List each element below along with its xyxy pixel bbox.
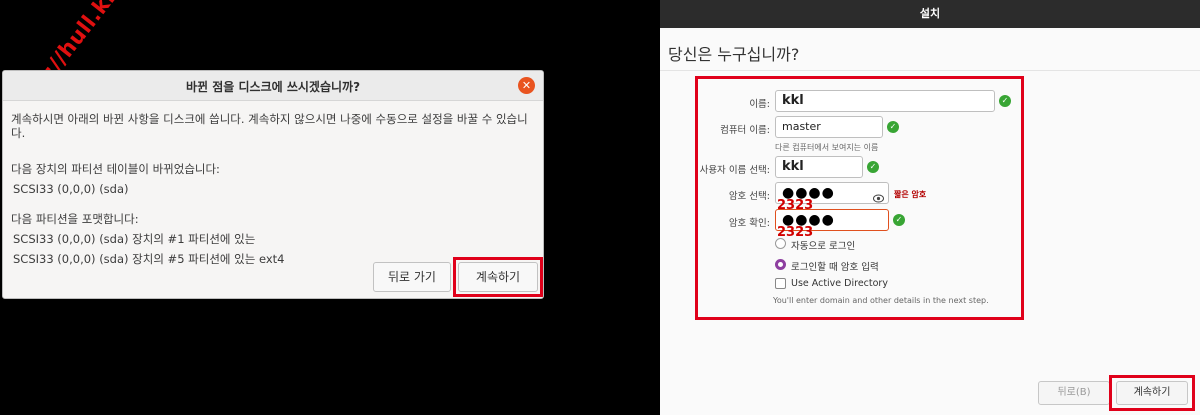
close-icon[interactable]: ✕ (518, 77, 535, 94)
highlight-box (453, 257, 543, 297)
format-heading: 다음 파티션을 포맷합니다: (11, 212, 139, 226)
right-screenshot: 설치 당신은 누구십니까? 이름: kkl ✓ 컴퓨터 이름: master ✓… (660, 0, 1200, 415)
write-changes-dialog: 바뀐 점을 디스크에 쓰시겠습니까? ✕ 계속하시면 아래의 바뀐 사항을 디스… (2, 70, 544, 299)
back-button[interactable]: 뒤로 가기 (373, 262, 451, 292)
dialog-body: 계속하시면 아래의 바뀐 사항을 디스크에 씁니다. 계속하지 않으시면 나중에… (3, 101, 543, 269)
dialog-message: 계속하시면 아래의 바뀐 사항을 디스크에 씁니다. 계속하지 않으시면 나중에… (11, 112, 528, 140)
back-button[interactable]: 뒤로(B) (1038, 381, 1110, 405)
page-title: 당신은 누구십니까? (668, 45, 800, 64)
form-highlight-box (695, 76, 1024, 320)
format-item: SCSI33 (0,0,0) (sda) 장치의 #1 파티션에 있는 (13, 232, 256, 246)
left-screenshot: http://hull.kr 바뀐 점을 디스크에 쓰시겠습니까? ✕ 계속하시… (0, 0, 660, 415)
divider (660, 70, 1200, 71)
partition-table-section: 다음 장치의 파티션 테이블이 바뀌었습니다: SCSI33 (0,0,0) (… (11, 159, 535, 199)
dialog-title: 바뀐 점을 디스크에 쓰시겠습니까? (185, 80, 361, 94)
partition-table-device: SCSI33 (0,0,0) (sda) (13, 182, 129, 196)
partition-table-heading: 다음 장치의 파티션 테이블이 바뀌었습니다: (11, 162, 220, 176)
continue-highlight-box (1109, 375, 1195, 411)
dialog-titlebar: 바뀐 점을 디스크에 쓰시겠습니까? ✕ (3, 71, 543, 101)
installer-titlebar: 설치 (660, 0, 1200, 28)
